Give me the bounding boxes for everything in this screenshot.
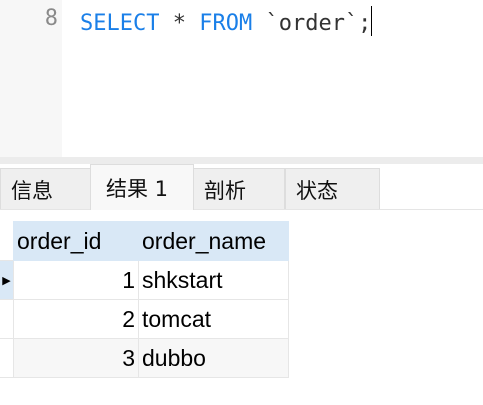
column-header-order-name[interactable]: order_name xyxy=(138,221,289,261)
cell-order-id[interactable]: 3 xyxy=(13,338,139,378)
splitter[interactable] xyxy=(0,157,483,164)
table-row[interactable]: 3 dubbo xyxy=(0,338,289,378)
table-row[interactable]: 2 tomcat xyxy=(0,299,289,339)
line-gutter: 8 xyxy=(0,0,62,157)
sql-editor-line[interactable]: SELECT * FROM `order`; xyxy=(80,6,373,36)
keyword-select: SELECT xyxy=(80,11,160,36)
line-number: 8 xyxy=(44,6,58,31)
keyword-from: FROM xyxy=(199,11,253,36)
row-indicator xyxy=(0,338,14,378)
tab-status[interactable]: 状态 xyxy=(285,168,380,209)
cell-order-name[interactable]: tomcat xyxy=(138,299,289,339)
tab-profile[interactable]: 剖析 xyxy=(193,168,285,209)
text-cursor xyxy=(371,6,373,36)
cell-order-name[interactable]: dubbo xyxy=(138,338,289,378)
header-row: order_id order_name xyxy=(0,221,289,261)
cell-order-name[interactable]: shkstart xyxy=(138,260,289,300)
tab-info[interactable]: 信息 xyxy=(0,168,91,209)
tab-divider xyxy=(0,209,483,210)
row-indicator xyxy=(0,299,14,339)
table-row[interactable]: ▶ 1 shkstart xyxy=(0,260,289,300)
cell-order-id[interactable]: 1 xyxy=(13,260,139,300)
star: * xyxy=(172,11,186,36)
column-header-order-id[interactable]: order_id xyxy=(13,221,139,261)
result-grid: order_id order_name ▶ 1 shkstart 2 tomcat 3d… xyxy=(0,221,289,378)
tab-result-1[interactable]: 结果 1 xyxy=(90,164,194,210)
row-indicator-icon: ▶ xyxy=(0,260,14,300)
table-ref: `order`; xyxy=(265,11,372,36)
corner-cell xyxy=(0,221,14,261)
cell-order-id[interactable]: 2 xyxy=(13,299,139,339)
